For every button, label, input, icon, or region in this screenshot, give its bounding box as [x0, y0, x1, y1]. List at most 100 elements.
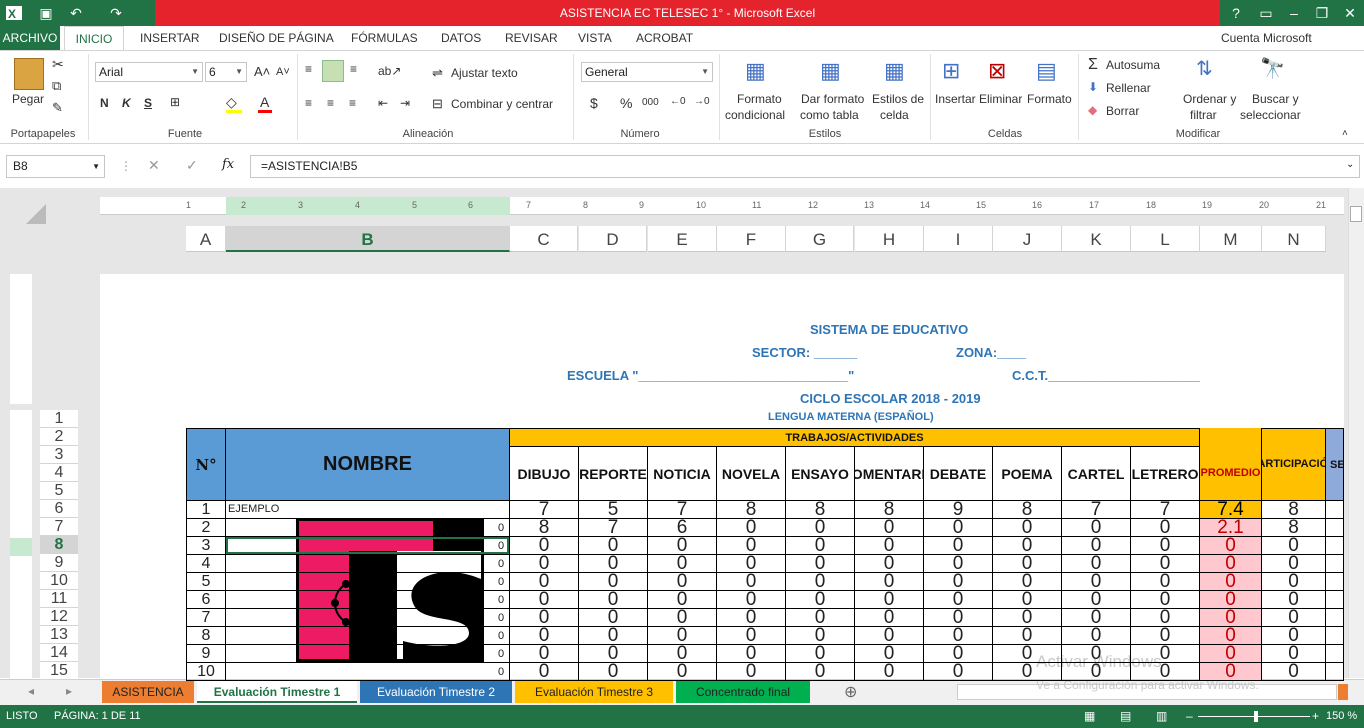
name-cell[interactable] — [226, 609, 510, 627]
row-header-4[interactable]: 4 — [40, 464, 78, 482]
col-header-H[interactable]: H — [855, 226, 924, 252]
grade-cell[interactable]: 0 — [924, 537, 993, 555]
insert-button[interactable]: Insertar — [935, 92, 976, 106]
new-sheet-icon[interactable]: ⊕ — [844, 682, 857, 702]
save-icon[interactable]: ▣ — [36, 0, 56, 26]
grade-cell[interactable]: 0 — [1131, 591, 1200, 609]
grade-cell[interactable]: 0 — [510, 573, 579, 591]
find-label-1[interactable]: Buscar y — [1252, 92, 1299, 106]
sheet-tab-concentrado[interactable]: Concentrado final — [676, 681, 810, 703]
grade-cell[interactable]: 8 — [993, 501, 1062, 519]
wrap-text-icon[interactable]: ⇌ — [432, 65, 443, 81]
col-header-M[interactable]: M — [1200, 226, 1262, 252]
col-header-G[interactable]: G — [786, 226, 854, 252]
participation-cell[interactable]: 8 — [1262, 519, 1326, 537]
grade-cell[interactable]: 0 — [1062, 627, 1131, 645]
grade-cell[interactable]: 0 — [510, 627, 579, 645]
grade-cell[interactable]: 0 — [855, 663, 924, 681]
grade-cell[interactable]: 0 — [855, 537, 924, 555]
average-cell[interactable]: 0 — [1200, 573, 1262, 591]
tab-insertar[interactable]: INSERTAR — [140, 26, 200, 50]
grade-cell[interactable]: 0 — [855, 573, 924, 591]
grade-cell[interactable]: 0 — [579, 537, 648, 555]
align-left-icon[interactable]: ≡ — [305, 96, 312, 110]
col-header-F[interactable]: F — [717, 226, 786, 252]
autosum-button[interactable]: Autosuma — [1106, 58, 1160, 72]
grade-cell[interactable]: 0 — [648, 645, 717, 663]
scroll-tabs-right-icon[interactable]: ▸ — [66, 684, 72, 698]
grade-cell[interactable]: 0 — [717, 609, 786, 627]
scroll-thumb[interactable] — [1350, 206, 1362, 222]
sheet-tab-eval-3[interactable]: Evaluación Timestre 3 — [515, 681, 673, 703]
grade-cell[interactable]: 6 — [648, 519, 717, 537]
grade-cell[interactable]: 0 — [786, 573, 855, 591]
grade-cell[interactable]: 0 — [579, 645, 648, 663]
insert-function-icon[interactable]: fx — [222, 157, 234, 172]
align-bottom-icon[interactable]: ≡ — [350, 62, 357, 76]
row-header-8[interactable]: 8 — [40, 536, 78, 554]
col-header-N[interactable]: N — [1262, 226, 1326, 252]
participation-cell[interactable]: 0 — [1262, 555, 1326, 573]
cancel-icon[interactable]: ✕ — [148, 157, 160, 174]
name-box[interactable]: B8 ▼ — [6, 155, 105, 178]
row-header-3[interactable]: 3 — [40, 446, 78, 464]
col-header-C[interactable]: C — [510, 226, 578, 252]
row-header-14[interactable]: 14 — [40, 644, 78, 662]
grade-cell[interactable]: 0 — [993, 555, 1062, 573]
col-header-K[interactable]: K — [1062, 226, 1131, 252]
wrap-text-button[interactable]: Ajustar texto — [451, 66, 518, 80]
font-color-icon[interactable]: A — [260, 94, 269, 110]
delete-cells-icon[interactable]: ⊠ — [988, 58, 1006, 84]
grade-cell[interactable]: 0 — [786, 663, 855, 681]
average-cell[interactable]: 7.4 — [1200, 501, 1262, 519]
increase-indent-icon[interactable]: ⇥ — [400, 96, 410, 110]
name-cell[interactable] — [226, 591, 510, 609]
row-header-2[interactable]: 2 — [40, 428, 78, 446]
borders-icon[interactable]: ⊞ — [170, 95, 180, 109]
name-cell[interactable] — [226, 537, 510, 555]
grade-cell[interactable]: 0 — [855, 645, 924, 663]
grade-cell[interactable]: 8 — [717, 501, 786, 519]
font-name-select[interactable]: Arial ▼ — [95, 62, 203, 82]
grade-cell[interactable]: 0 — [510, 537, 579, 555]
decrease-indent-icon[interactable]: ⇤ — [378, 96, 388, 110]
grade-cell[interactable]: 7 — [510, 501, 579, 519]
grade-cell[interactable]: 0 — [993, 663, 1062, 681]
grade-cell[interactable]: 0 — [1131, 555, 1200, 573]
grade-cell[interactable]: 0 — [786, 537, 855, 555]
col-header-D[interactable]: D — [579, 226, 647, 252]
extra-cell[interactable] — [1326, 501, 1344, 519]
insert-cells-icon[interactable]: ⊞ — [942, 58, 960, 84]
grade-cell[interactable]: 8 — [510, 519, 579, 537]
grade-cell[interactable]: 0 — [648, 555, 717, 573]
extra-cell[interactable] — [1326, 573, 1344, 591]
conditional-format-label-1[interactable]: Formato — [737, 92, 782, 106]
participation-cell[interactable]: 0 — [1262, 627, 1326, 645]
page-layout-view-icon[interactable]: ▤ — [1120, 705, 1131, 728]
grade-cell[interactable]: 0 — [924, 573, 993, 591]
zoom-out-icon[interactable]: – — [1186, 705, 1193, 728]
col-header-A[interactable]: A — [186, 226, 226, 252]
grade-cell[interactable]: 0 — [717, 591, 786, 609]
grade-cell[interactable]: 8 — [855, 501, 924, 519]
grade-cell[interactable]: 0 — [717, 627, 786, 645]
grade-cell[interactable]: 7 — [648, 501, 717, 519]
maximize-icon[interactable]: ❐ — [1310, 0, 1334, 26]
tab-datos[interactable]: DATOS — [441, 26, 481, 50]
grade-cell[interactable]: 0 — [510, 555, 579, 573]
grade-cell[interactable]: 0 — [648, 627, 717, 645]
cell-styles-label-1[interactable]: Estilos de — [872, 92, 924, 106]
average-cell[interactable]: 0 — [1200, 627, 1262, 645]
grade-cell[interactable]: 0 — [1131, 519, 1200, 537]
italic-button[interactable]: K — [122, 96, 131, 110]
grade-cell[interactable]: 0 — [1131, 627, 1200, 645]
grade-cell[interactable]: 0 — [648, 591, 717, 609]
find-label-2[interactable]: seleccionar — [1240, 108, 1301, 122]
grow-font-icon[interactable]: A˄ — [254, 64, 270, 79]
grade-cell[interactable]: 0 — [924, 555, 993, 573]
bold-button[interactable]: N — [100, 96, 109, 110]
name-cell[interactable]: EJEMPLO — [226, 501, 510, 519]
grade-cell[interactable]: 0 — [855, 519, 924, 537]
grade-cell[interactable]: 0 — [786, 519, 855, 537]
paste-icon[interactable] — [14, 58, 44, 90]
